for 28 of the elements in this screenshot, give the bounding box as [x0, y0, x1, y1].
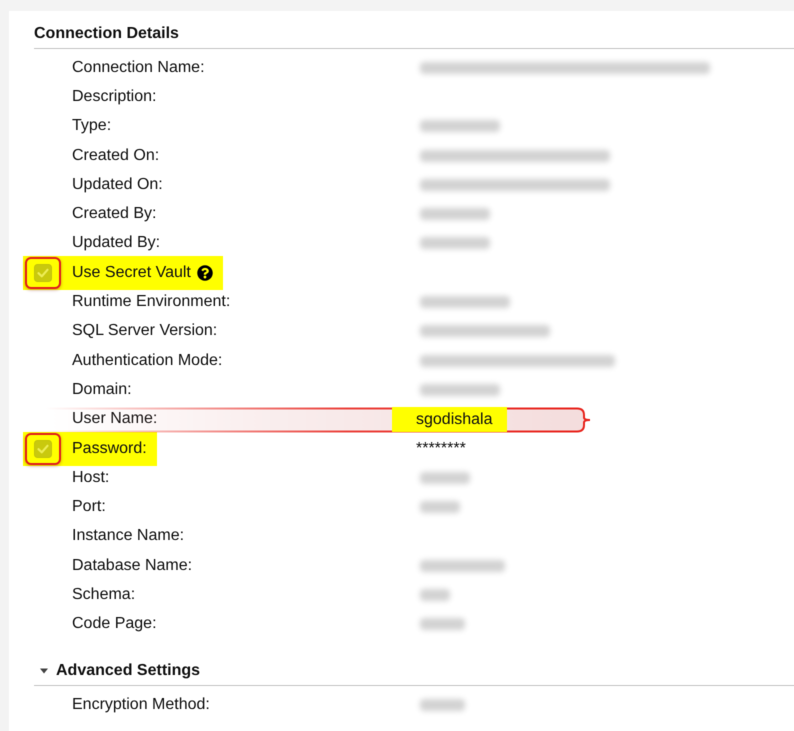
section-toggle[interactable]: Advanced Settings [40, 662, 200, 680]
field-label: Domain: [72, 380, 132, 399]
field-label: Authentication Mode: [72, 352, 222, 370]
field-label: Runtime Environment: [72, 293, 230, 312]
field-label: Updated On: [72, 176, 163, 194]
field-label: Description: [72, 88, 156, 106]
field-label: Host: [72, 468, 110, 487]
field-label: Connection Name: [72, 58, 205, 77]
field-label: Database Name: [72, 556, 192, 575]
field-label: User Name: [72, 410, 158, 428]
help-icon[interactable] [196, 264, 213, 281]
checkbox[interactable] [34, 264, 52, 282]
field-label: Instance Name: [72, 527, 184, 546]
field-label: Use Secret Vault [72, 264, 191, 282]
field-label: Port: [72, 498, 106, 516]
section-title: Connection Details [34, 25, 179, 43]
checkbox[interactable] [34, 440, 52, 458]
field-value: ******** [416, 440, 466, 458]
field-label: Encryption Method: [72, 696, 210, 714]
field-value: sgodishala [416, 410, 492, 429]
field-label: Created On: [72, 146, 160, 165]
field-label: Created By: [72, 205, 156, 224]
field-label: Updated By: [72, 234, 160, 252]
field-label: Password: [72, 440, 147, 458]
field-label: Schema: [72, 586, 136, 604]
field-label: SQL Server Version: [72, 322, 218, 340]
field-label: Code Page: [72, 615, 157, 634]
field-label: Type: [72, 117, 112, 136]
